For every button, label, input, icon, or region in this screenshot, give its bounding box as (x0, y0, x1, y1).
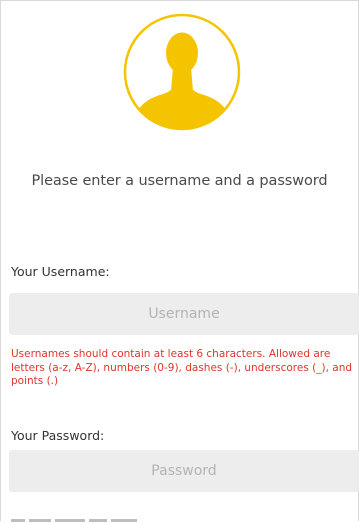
user-silhouette-icon (123, 13, 241, 131)
username-label: Your Username: (11, 264, 110, 279)
login-form-panel: Please enter a username and a password Y… (0, 0, 359, 522)
password-input[interactable] (9, 450, 359, 492)
username-requirements-text: Usernames should contain at least 6 char… (11, 348, 353, 387)
username-input[interactable] (9, 293, 359, 335)
password-label: Your Password: (11, 428, 105, 443)
avatar (123, 13, 241, 131)
instruction-text: Please enter a username and a password (31, 173, 328, 189)
